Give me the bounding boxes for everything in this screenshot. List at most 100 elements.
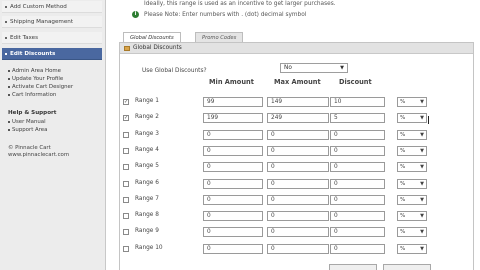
range-checkbox[interactable] — [123, 147, 129, 154]
range-checkbox[interactable] — [123, 131, 129, 138]
discount-type-value: % — [400, 99, 406, 105]
sidebar-item-add-custom-method[interactable]: Add Custom Method — [2, 1, 102, 13]
max-amount-input[interactable]: 0 — [267, 178, 329, 189]
table-row: Range 7 0 0 0% ▼ — [120, 194, 473, 209]
bullet-icon — [8, 77, 10, 80]
link-cart-information[interactable]: Cart Information — [8, 92, 56, 99]
discounts-panel: Global Discounts Use Global Discounts? N… — [119, 42, 474, 270]
discount-type-select[interactable]: % ▼ — [397, 97, 427, 107]
use-global-discounts-label: Use Global Discounts? — [142, 68, 207, 74]
reset-button[interactable] — [383, 264, 431, 270]
panel-header: Global Discounts — [120, 43, 473, 54]
discount-input[interactable]: 0 — [330, 243, 385, 254]
range-checkbox[interactable]: ✓ — [123, 115, 129, 122]
sidebar-item-edit-taxes[interactable]: Edit Taxes — [2, 32, 102, 44]
sidebar-item-label: Edit Taxes — [10, 35, 39, 41]
max-amount-input[interactable]: 0 — [267, 145, 329, 156]
link-activate-cart-designer[interactable]: Activate Cart Designer — [8, 84, 73, 91]
max-amount-input[interactable]: 249 — [267, 113, 329, 124]
bullet-icon — [8, 93, 10, 96]
discount-input[interactable]: 0 — [330, 194, 385, 205]
discount-type-select[interactable]: % ▼ — [397, 227, 427, 238]
min-amount-input[interactable]: 0 — [203, 162, 263, 173]
sidebar: Add Custom Method Shipping Management Ed… — [0, 0, 106, 270]
min-amount-input[interactable]: 0 — [203, 129, 263, 140]
min-amount-input[interactable]: 0 — [203, 227, 263, 238]
range-label: Range 3 — [135, 130, 159, 137]
bullet-icon — [5, 21, 7, 23]
discount-type-select[interactable]: % ▼ — [397, 243, 427, 254]
min-amount-input[interactable]: 99 — [203, 97, 263, 107]
sidebar-item-edit-discounts[interactable]: Edit Discounts — [2, 48, 102, 60]
min-amount-input[interactable]: 199 — [203, 113, 263, 124]
bullet-icon — [5, 53, 7, 55]
discount-input[interactable]: 0 — [330, 145, 385, 156]
tab-global-discounts[interactable]: Global Discounts — [123, 32, 181, 42]
max-amount-input[interactable]: 0 — [267, 243, 329, 254]
range-checkbox[interactable] — [123, 196, 129, 203]
help-heading: Help & Support — [8, 110, 57, 116]
range-checkbox[interactable]: ✓ — [123, 99, 129, 105]
range-checkbox[interactable] — [123, 180, 129, 187]
min-amount-input[interactable]: 0 — [203, 194, 263, 205]
range-label: Range 1 — [135, 98, 159, 104]
sidebar-item-shipping-management[interactable]: Shipping Management — [2, 16, 102, 28]
min-amount-input[interactable]: 0 — [203, 211, 263, 222]
max-amount-input[interactable]: 0 — [267, 129, 329, 140]
discount-type-select[interactable]: % ▼ — [397, 129, 427, 140]
table-row: ✓ Range 1 99 149 10% ▼ — [120, 97, 473, 111]
max-amount-input[interactable]: 0 — [267, 194, 329, 205]
range-checkbox[interactable] — [123, 229, 129, 236]
discount-input[interactable]: 0 — [330, 178, 385, 189]
range-checkbox[interactable] — [123, 164, 129, 171]
discount-type-select[interactable]: % ▼ — [397, 162, 427, 173]
link-update-profile[interactable]: Update Your Profile — [8, 76, 63, 83]
link-admin-area-home[interactable]: Admin Area Home — [8, 68, 61, 75]
min-amount-input[interactable]: 0 — [203, 243, 263, 254]
discount-input[interactable]: 5 — [330, 113, 385, 124]
footer-copyright: © Pinnacle Cart — [8, 145, 51, 151]
discount-type-value: % — [400, 229, 406, 236]
discount-type-select[interactable]: % ▼ — [397, 194, 427, 205]
panel-title: Global Discounts — [133, 45, 182, 51]
column-max-amount: Max Amount — [274, 78, 321, 86]
chevron-down-icon: ▼ — [420, 180, 424, 187]
min-amount-input[interactable]: 0 — [203, 145, 263, 156]
discount-type-select[interactable]: % ▼ — [397, 113, 427, 124]
min-amount-input[interactable]: 0 — [203, 178, 263, 189]
bullet-icon — [8, 120, 10, 123]
discount-input[interactable]: 10 — [330, 97, 385, 107]
use-global-discounts-select[interactable]: No ▼ — [280, 63, 348, 73]
discount-type-value: % — [400, 196, 406, 203]
table-row: Range 10 0 0 0% ▼ — [120, 243, 473, 258]
link-user-manual[interactable]: User Manual — [8, 119, 46, 126]
range-label: Range 7 — [135, 195, 159, 202]
table-row: Range 5 0 0 0% ▼ — [120, 162, 473, 176]
save-button[interactable] — [329, 264, 377, 270]
link-support-area[interactable]: Support Area — [8, 127, 47, 134]
discount-type-value: % — [400, 164, 406, 171]
bullet-icon — [8, 85, 10, 88]
discount-input[interactable]: 0 — [330, 227, 385, 238]
discount-input[interactable]: 0 — [330, 211, 385, 222]
chevron-down-icon: ▼ — [420, 99, 424, 105]
discount-type-select[interactable]: % ▼ — [397, 178, 427, 189]
max-amount-input[interactable]: 0 — [267, 162, 329, 173]
range-checkbox[interactable] — [123, 245, 129, 252]
max-amount-input[interactable]: 0 — [267, 227, 329, 238]
discount-type-select[interactable]: % ▼ — [397, 211, 427, 222]
max-amount-input[interactable]: 0 — [267, 211, 329, 222]
max-amount-input[interactable]: 149 — [267, 97, 329, 107]
sidebar-item-label: Shipping Management — [10, 19, 74, 25]
chevron-down-icon: ▼ — [420, 245, 424, 252]
discount-type-select[interactable]: % ▼ — [397, 145, 427, 156]
discount-input[interactable]: 0 — [330, 129, 385, 140]
tab-promo-codes[interactable]: Promo Codes — [195, 32, 244, 42]
range-checkbox[interactable] — [123, 213, 129, 220]
table-row: Range 8 0 0 0% ▼ — [120, 211, 473, 225]
range-label: Range 10 — [135, 244, 163, 251]
bullet-icon — [8, 69, 10, 72]
folder-icon — [124, 46, 130, 51]
discount-input[interactable]: 0 — [330, 162, 385, 173]
bullet-icon — [5, 37, 7, 39]
